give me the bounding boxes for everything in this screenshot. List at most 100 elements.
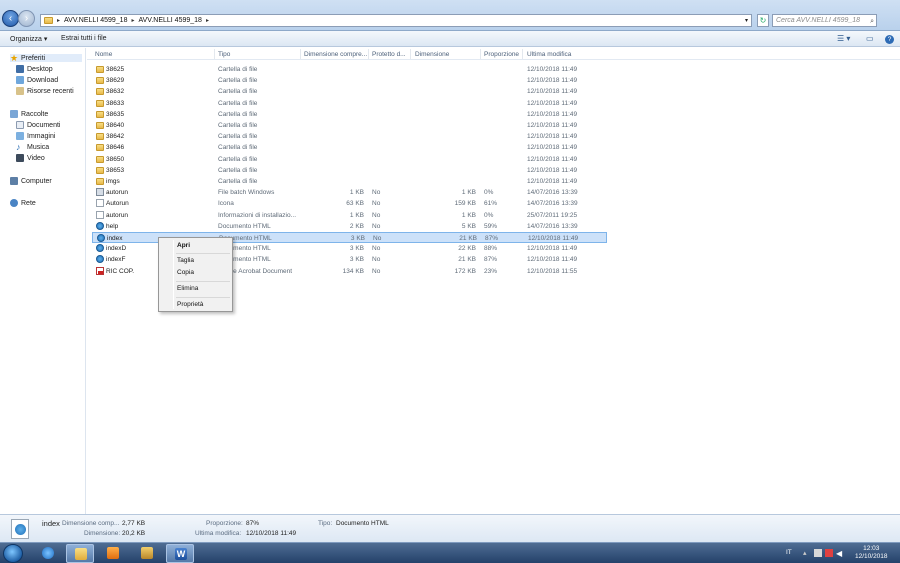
bat-file-icon: [96, 188, 104, 197]
file-type: Cartella di file: [218, 110, 258, 118]
menu-item-copy[interactable]: Copia: [177, 269, 194, 276]
menu-item-delete[interactable]: Elimina: [177, 285, 198, 292]
column-header-name[interactable]: Nome: [95, 51, 112, 58]
column-divider[interactable]: [410, 49, 411, 59]
column-divider[interactable]: [300, 49, 301, 59]
action-center-icon[interactable]: [814, 549, 822, 557]
file-row[interactable]: 38642 Cartella di file 12/10/2018 11:49: [92, 131, 607, 142]
file-row[interactable]: 38632 Cartella di file 12/10/2018 11:49: [92, 86, 607, 97]
file-name: indexF: [106, 256, 126, 264]
file-row[interactable]: autorun File batch Windows 1 KB No 1 KB 0% 14/…: [92, 187, 607, 198]
sidebar-item-documents[interactable]: Documenti: [16, 121, 60, 129]
search-placeholder: Cerca AVV.NELLI 4599_18: [776, 17, 861, 24]
file-row[interactable]: 38640 Cartella di file 12/10/2018 11:49: [92, 120, 607, 131]
sidebar-item-libraries[interactable]: Raccolte: [10, 110, 48, 118]
organize-button[interactable]: Organizza ▾: [10, 35, 47, 43]
volume-icon[interactable]: ◀: [836, 549, 844, 558]
file-row[interactable]: 38629 Cartella di file 12/10/2018 11:49: [92, 75, 607, 86]
chevron-right-icon[interactable]: ▸: [206, 17, 209, 24]
search-icon[interactable]: ⌕: [870, 16, 874, 27]
column-divider[interactable]: [522, 49, 523, 59]
start-button[interactable]: [3, 544, 23, 563]
taskbar-archiver[interactable]: [133, 544, 161, 563]
column-header-ratio[interactable]: Proporzione: [484, 51, 519, 58]
notification-icon[interactable]: [825, 549, 833, 557]
taskbar-internet-explorer[interactable]: [34, 544, 62, 563]
file-size: 1 KB: [461, 189, 476, 197]
view-options-icon[interactable]: ☰ ▾: [837, 34, 850, 43]
file-type: Cartella di file: [218, 77, 258, 85]
taskbar-word[interactable]: W: [166, 544, 194, 563]
column-divider[interactable]: [368, 49, 369, 59]
file-row[interactable]: Autorun Icona 63 KB No 159 KB 61% 14/07/2016 1…: [92, 198, 607, 209]
file-name: imgs: [106, 178, 120, 185]
sidebar-item-computer[interactable]: Computer: [10, 177, 52, 185]
sidebar-item-label: Documenti: [27, 121, 61, 129]
breadcrumb-item[interactable]: AVV.NELLI 4599_18: [64, 17, 127, 24]
file-name: 38646: [106, 144, 125, 152]
column-header-compressed-size[interactable]: Dimensione compre...: [304, 51, 367, 58]
show-hidden-icons-icon[interactable]: ▴: [803, 549, 811, 557]
taskbar-explorer[interactable]: [66, 544, 94, 563]
menu-separator: [176, 297, 230, 298]
column-header-row: Nome Tipo Dimensione compre... Protetto …: [87, 48, 900, 60]
file-type: Cartella di file: [218, 144, 258, 152]
refresh-button[interactable]: ↻: [757, 14, 769, 27]
help-icon[interactable]: ?: [885, 35, 894, 44]
sidebar-item-video[interactable]: Video: [16, 154, 45, 162]
column-divider[interactable]: [214, 49, 215, 59]
folder-icon: [75, 548, 87, 560]
desktop-icon: [16, 65, 24, 73]
breadcrumb-item[interactable]: AVV.NELLI 4599_18: [138, 17, 201, 24]
word-icon: W: [175, 548, 187, 560]
file-compressed-size: 2 KB: [349, 222, 364, 230]
system-clock[interactable]: 12:03 12/10/2018: [855, 545, 888, 561]
file-row[interactable]: 38653 Cartella di file 12/10/2018 11:49: [92, 165, 607, 176]
file-type: Documento HTML: [218, 222, 271, 230]
language-indicator[interactable]: IT: [786, 549, 792, 556]
file-modified: 12/10/2018 11:49: [527, 178, 578, 185]
sidebar-item-network[interactable]: Rete: [10, 199, 36, 207]
column-header-size[interactable]: Dimensione: [415, 51, 449, 58]
recent-places-icon: [16, 87, 24, 95]
file-row[interactable]: imgs Cartella di file 12/10/2018 11:49: [92, 176, 607, 187]
chevron-right-icon[interactable]: ▸: [131, 17, 134, 24]
context-menu: Apri Taglia Copia Elimina Proprietà: [158, 237, 233, 312]
file-row[interactable]: 38633 Cartella di file 12/10/2018 11:49: [92, 98, 607, 109]
sidebar-item-download[interactable]: Download: [16, 76, 58, 84]
menu-item-properties[interactable]: Proprietà: [177, 301, 203, 308]
column-header-type[interactable]: Tipo: [218, 51, 230, 58]
sidebar-item-recent[interactable]: Risorse recenti: [16, 87, 74, 95]
address-bar[interactable]: ▸ AVV.NELLI 4599_18 ▸ AVV.NELLI 4599_18 …: [40, 14, 752, 27]
file-ratio: 59%: [484, 222, 498, 230]
menu-item-cut[interactable]: Taglia: [177, 257, 194, 264]
back-button[interactable]: ‹: [2, 10, 19, 27]
file-row[interactable]: 38650 Cartella di file 12/10/2018 11:49: [92, 154, 607, 165]
preview-pane-icon[interactable]: ▭: [866, 34, 874, 43]
file-row[interactable]: 38646 Cartella di file 12/10/2018 11:49: [92, 142, 607, 153]
column-header-modified[interactable]: Ultima modifica: [527, 51, 571, 58]
sidebar-item-music[interactable]: ♪ Musica: [16, 143, 49, 152]
sidebar-item-desktop[interactable]: Desktop: [16, 65, 53, 73]
sidebar-item-images[interactable]: Immagini: [16, 132, 55, 140]
file-row[interactable]: 38635 Cartella di file 12/10/2018 11:49: [92, 109, 607, 120]
file-modified: 12/10/2018 11:49: [528, 235, 579, 242]
file-ratio: 0%: [484, 189, 494, 197]
file-size: 172 KB: [454, 267, 476, 275]
file-protected: No: [372, 245, 381, 253]
column-divider[interactable]: [480, 49, 481, 59]
file-row[interactable]: help Documento HTML 2 KB No 5 KB 59% 14/07/201…: [92, 221, 607, 232]
address-dropdown-icon[interactable]: ▾: [745, 17, 748, 24]
video-icon: [16, 154, 24, 162]
file-row[interactable]: 38625 Cartella di file 12/10/2018 11:49: [92, 64, 607, 75]
file-size: 1 KB: [461, 211, 476, 219]
extract-all-button[interactable]: Estrai tutti i file: [61, 35, 107, 42]
menu-item-open[interactable]: Apri: [177, 242, 190, 249]
file-row[interactable]: autorun Informazioni di installazio... 1 K…: [92, 210, 607, 221]
file-modified: 25/07/2011 19:25: [527, 211, 578, 219]
taskbar-media-player[interactable]: [99, 544, 127, 563]
search-input[interactable]: Cerca AVV.NELLI 4599_18 ⌕: [772, 14, 877, 27]
forward-button[interactable]: ›: [18, 10, 35, 27]
sidebar-item-favorites[interactable]: ★ Preferiti: [10, 54, 82, 63]
column-header-protected[interactable]: Protetto d...: [372, 51, 406, 58]
